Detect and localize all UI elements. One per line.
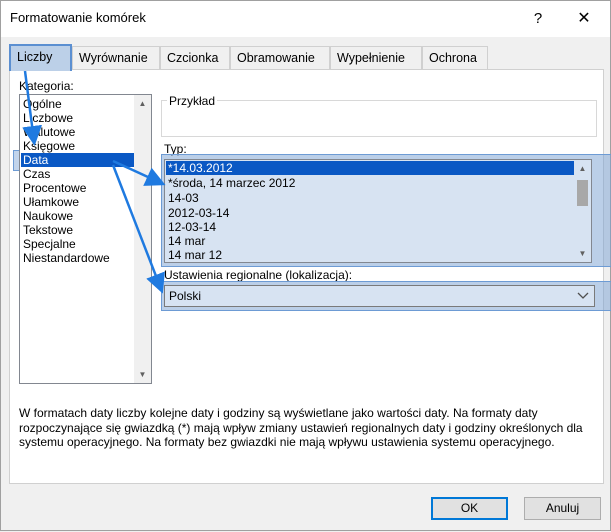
tab-obramowanie[interactable]: Obramowanie <box>230 46 330 69</box>
scroll-down-icon[interactable]: ▼ <box>134 366 151 383</box>
type-item[interactable]: 2012-03-14 <box>168 206 229 220</box>
tab-liczby[interactable]: Liczby <box>9 44 72 71</box>
type-item[interactable]: 14 mar <box>168 234 205 248</box>
chevron-down-icon[interactable] <box>574 287 592 305</box>
type-list[interactable]: *14.03.2012 *środa, 14 marzec 2012 14-03… <box>164 159 592 263</box>
locale-value: Polski <box>169 289 202 303</box>
category-scrollbar[interactable]: ▲ ▼ <box>134 95 151 383</box>
tab-ochrona[interactable]: Ochrona <box>422 46 488 69</box>
type-item[interactable]: 14 mar 12 <box>168 248 222 262</box>
scroll-thumb[interactable] <box>577 180 588 206</box>
title-bar: Formatowanie komórek ? ✕ <box>1 1 610 37</box>
help-button[interactable]: ? <box>515 5 561 33</box>
type-item[interactable]: 14-03 <box>168 191 199 205</box>
scroll-down-icon[interactable]: ▼ <box>574 245 591 262</box>
category-item-niestandardowe[interactable]: Niestandardowe <box>23 251 110 265</box>
category-item-specjalne[interactable]: Specjalne <box>23 237 76 251</box>
type-scrollbar[interactable]: ▲ ▼ <box>574 160 591 262</box>
category-item-liczbowe[interactable]: Liczbowe <box>23 111 73 125</box>
locale-label: Ustawienia regionalne (lokalizacja): <box>164 268 353 282</box>
ok-button[interactable]: OK <box>431 497 508 520</box>
tab-wyrownanie[interactable]: Wyrównanie <box>72 46 160 69</box>
category-list[interactable]: Ogólne Liczbowe Walutowe Księgowe Data C… <box>19 94 152 384</box>
sample-box <box>161 100 597 137</box>
type-item[interactable]: *14.03.2012 <box>168 161 233 175</box>
format-cells-dialog: Formatowanie komórek ? ✕ Liczby Wyrównan… <box>0 0 611 531</box>
category-item-data[interactable]: Data <box>23 153 48 167</box>
dialog-title: Formatowanie komórek <box>10 10 146 25</box>
category-item-ogolne[interactable]: Ogólne <box>23 97 62 111</box>
category-item-czas[interactable]: Czas <box>23 167 50 181</box>
category-item-tekstowe[interactable]: Tekstowe <box>23 223 73 237</box>
category-item-ulamkowe[interactable]: Ułamkowe <box>23 195 79 209</box>
type-item[interactable]: *środa, 14 marzec 2012 <box>168 176 295 190</box>
type-item[interactable]: 12-03-14 <box>168 220 216 234</box>
sample-label: Przykład <box>167 94 218 108</box>
scroll-up-icon[interactable]: ▲ <box>134 95 151 112</box>
category-item-walutowe[interactable]: Walutowe <box>23 125 75 139</box>
category-item-procentowe[interactable]: Procentowe <box>23 181 86 195</box>
category-item-naukowe[interactable]: Naukowe <box>23 209 73 223</box>
close-button[interactable]: ✕ <box>561 5 607 33</box>
format-description: W formatach daty liczby kolejne daty i g… <box>19 406 583 449</box>
cancel-button[interactable]: Anuluj <box>524 497 601 520</box>
scroll-up-icon[interactable]: ▲ <box>574 160 591 177</box>
tab-wypelnienie[interactable]: Wypełnienie <box>330 46 422 69</box>
tab-czcionka[interactable]: Czcionka <box>160 46 230 69</box>
category-label: Kategoria: <box>19 79 74 93</box>
locale-select[interactable]: Polski <box>164 285 595 307</box>
category-item-ksiegowe[interactable]: Księgowe <box>23 139 75 153</box>
